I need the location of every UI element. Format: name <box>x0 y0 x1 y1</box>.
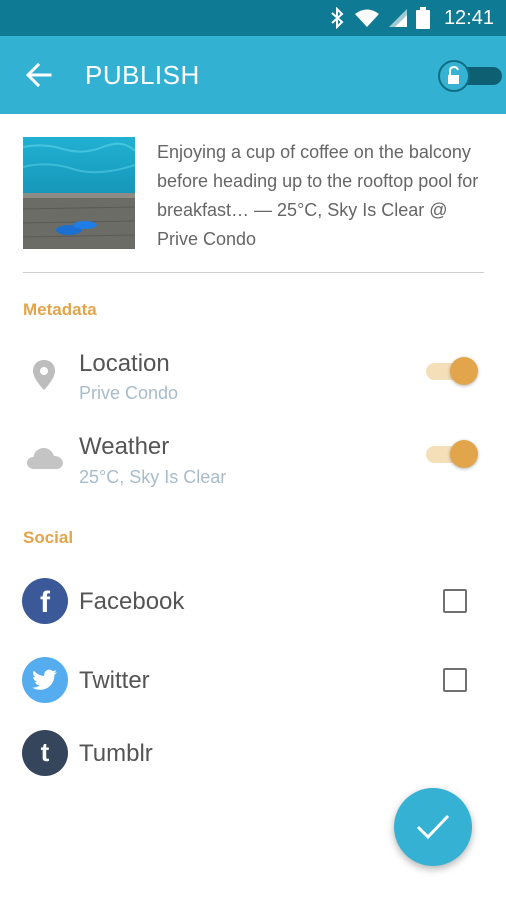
facebook-checkbox[interactable] <box>443 589 467 613</box>
cloud-icon <box>27 448 63 469</box>
weather-title: Weather <box>79 433 170 460</box>
twitter-label: Twitter <box>79 667 150 694</box>
facebook-icon: f <box>22 578 68 624</box>
divider <box>23 272 484 273</box>
tumblr-icon: t <box>22 730 68 776</box>
publish-button[interactable] <box>394 788 472 866</box>
section-header-metadata: Metadata <box>23 300 97 319</box>
status-bar: 12:41 <box>0 0 506 36</box>
page-title: PUBLISH <box>85 60 200 90</box>
section-header-social: Social <box>23 528 74 547</box>
weather-subtitle: 25°C, Sky Is Clear <box>79 467 227 487</box>
app-bar: PUBLISH <box>0 36 506 114</box>
battery-icon <box>415 7 430 29</box>
check-icon <box>416 814 450 840</box>
back-button[interactable] <box>24 60 54 90</box>
private-toggle[interactable] <box>436 60 502 92</box>
twitter-checkbox[interactable] <box>443 668 467 692</box>
cell-signal-icon <box>388 9 407 27</box>
location-title: Location <box>79 350 170 377</box>
arrow-left-icon <box>25 62 52 88</box>
wifi-icon <box>354 9 379 27</box>
post-caption[interactable]: Enjoying a cup of coffee on the balcony … <box>157 138 487 254</box>
location-pin-icon <box>33 360 55 390</box>
location-switch[interactable] <box>426 356 482 386</box>
status-time: 12:41 <box>443 6 494 29</box>
location-subtitle: Prive Condo <box>79 383 179 403</box>
weather-switch[interactable] <box>426 439 482 469</box>
post-thumbnail[interactable] <box>23 137 135 249</box>
tumblr-label: Tumblr <box>79 740 153 767</box>
bluetooth-icon <box>331 7 344 29</box>
twitter-icon <box>22 657 68 703</box>
facebook-label: Facebook <box>79 588 185 615</box>
